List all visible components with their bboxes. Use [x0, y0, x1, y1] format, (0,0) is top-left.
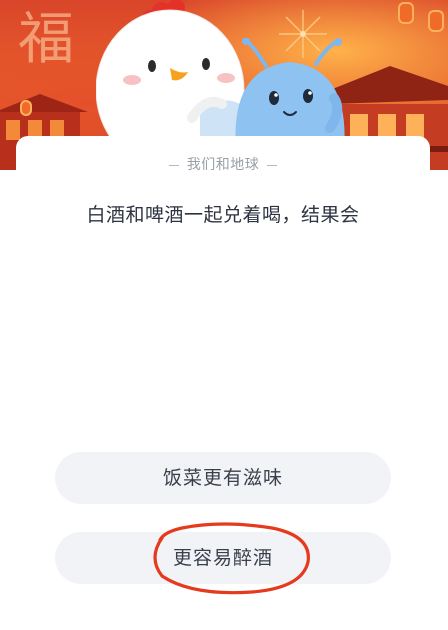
fu-character-decoration: 福 [14, 4, 86, 72]
question-text: 白酒和啤酒一起兑着喝，结果会 [86, 204, 360, 226]
lantern-icon [398, 2, 414, 24]
category-label: 我们和地球 [16, 154, 430, 174]
answer-option-2[interactable]: 更容易醉酒 [55, 532, 391, 584]
category-dash-left [168, 164, 179, 166]
quiz-card: 我们和地球 白酒和啤酒一起兑着喝，结果会 饭菜更有滋味 更容易醉酒 [16, 136, 430, 630]
lantern-icon [428, 10, 444, 32]
category-text: 我们和地球 [186, 157, 260, 173]
category-dash-right [267, 164, 278, 166]
svg-text:福: 福 [18, 7, 74, 68]
quiz-page: 福 我们和地球 白酒和啤酒一起兑着喝，结果会 饭菜更有滋味 更容易醉酒 [0, 0, 448, 630]
alien-mascot-icon [235, 38, 345, 150]
answer-option-1[interactable]: 饭菜更有滋味 [55, 452, 391, 504]
lantern-icon [20, 100, 32, 116]
